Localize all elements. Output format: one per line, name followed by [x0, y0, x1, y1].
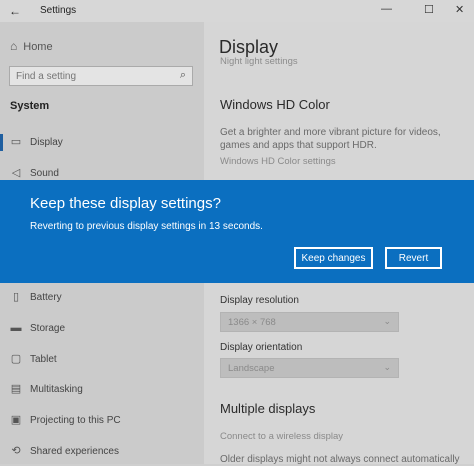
maximize-icon[interactable]: ☐	[424, 3, 434, 16]
page-title: Display	[219, 37, 279, 57]
close-icon[interactable]: ✕	[455, 3, 464, 16]
resolution-value: 1366 × 768	[228, 317, 276, 328]
section-title: System	[10, 100, 50, 112]
sidebar-item-tablet[interactable]: ▢ Tablet	[0, 349, 204, 371]
sound-icon: ◁	[11, 167, 21, 179]
storage-icon: ▬	[10, 322, 22, 334]
hd-color-heading: Windows HD Color	[220, 97, 330, 112]
sidebar-item-label: Storage	[30, 323, 66, 334]
sidebar-item-shared-experiences[interactable]: ⟲ Shared experiences	[0, 441, 204, 463]
hd-color-description: Get a brighter and more vibrant picture …	[220, 127, 441, 151]
sidebar-item-multitasking[interactable]: ▤ Multitasking	[0, 379, 204, 401]
sidebar-item-label: Sound	[30, 168, 59, 179]
shared-experiences-icon: ⟲	[11, 445, 21, 457]
home-icon: ⌂	[10, 39, 18, 53]
chevron-down-icon: ⌄	[383, 316, 391, 326]
back-arrow-icon[interactable]: ←	[9, 4, 21, 18]
resolution-dropdown[interactable]: 1366 × 768 ⌄	[220, 312, 399, 332]
resolution-label: Display resolution	[220, 295, 299, 306]
orientation-value: Landscape	[228, 363, 275, 374]
search-input[interactable]	[16, 69, 166, 83]
dialog-title: Keep these display settings?	[30, 195, 221, 212]
sidebar-item-display[interactable]: ▭ Display	[0, 132, 204, 154]
keep-settings-dialog: Keep these display settings? Reverting t…	[0, 180, 474, 283]
window-title: Settings	[40, 5, 77, 16]
sidebar-item-label: Display	[30, 137, 63, 148]
active-indicator	[0, 134, 3, 151]
keep-changes-button[interactable]: Keep changes	[294, 247, 373, 269]
orientation-dropdown[interactable]: Landscape ⌄	[220, 358, 399, 378]
dialog-message: Reverting to previous display settings i…	[30, 221, 263, 232]
hd-color-settings-link[interactable]: Windows HD Color settings	[220, 156, 336, 167]
display-icon: ▭	[10, 136, 22, 148]
sidebar-item-label: Tablet	[30, 354, 57, 365]
multiple-displays-heading: Multiple displays	[220, 401, 316, 416]
multitasking-icon: ▤	[10, 383, 22, 395]
night-light-link[interactable]: Night light settings	[220, 56, 298, 67]
sidebar-item-projecting[interactable]: ▣ Projecting to this PC	[0, 410, 204, 432]
sidebar-item-label: Battery	[30, 292, 62, 303]
sidebar-item-label: Projecting to this PC	[30, 415, 121, 426]
tablet-icon: ▢	[10, 353, 22, 365]
minimize-icon[interactable]: —	[381, 3, 392, 15]
chevron-down-icon: ⌄	[383, 362, 391, 372]
sidebar-item-label: Multitasking	[30, 384, 83, 395]
orientation-label: Display orientation	[220, 342, 303, 353]
home-label: Home	[23, 41, 53, 53]
connect-wireless-display-link[interactable]: Connect to a wireless display	[220, 431, 343, 442]
older-displays-note: Older displays might not always connect …	[220, 454, 460, 465]
title-bar: ← Settings — ☐ ✕	[0, 0, 474, 22]
revert-button[interactable]: Revert	[385, 247, 442, 269]
battery-icon: ▯	[12, 291, 20, 303]
sidebar-item-label: Shared experiences	[30, 446, 119, 457]
search-icon[interactable]: ⌕	[180, 69, 186, 82]
sidebar-item-battery[interactable]: ▯ Battery	[0, 287, 204, 309]
projecting-icon: ▣	[10, 414, 22, 426]
sidebar-item-storage[interactable]: ▬ Storage	[0, 318, 204, 340]
home-link[interactable]: ⌂ Home	[10, 39, 53, 53]
search-box[interactable]: ⌕	[9, 66, 193, 86]
